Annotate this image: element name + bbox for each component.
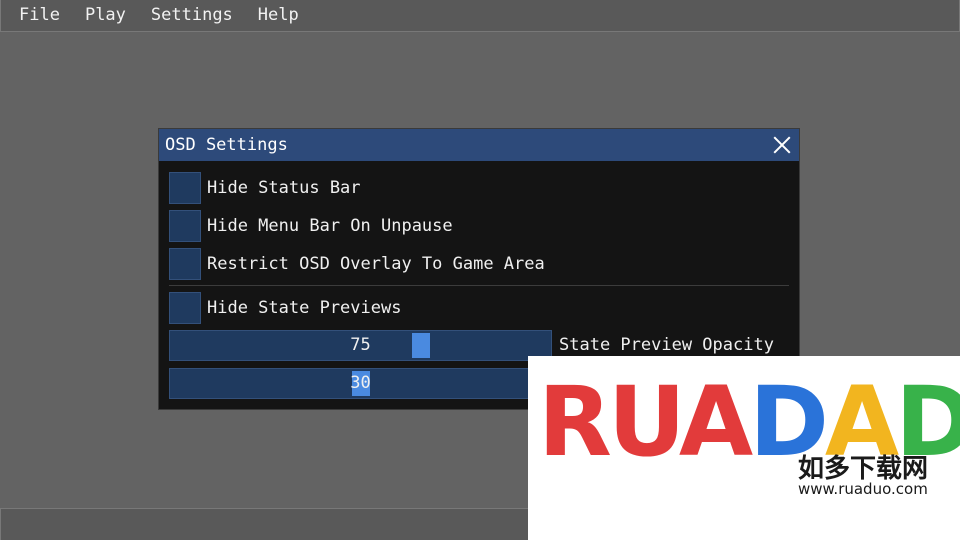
hide-menu-bar-label: Hide Menu Bar On Unpause <box>207 216 453 236</box>
menu-settings[interactable]: Settings <box>151 0 233 31</box>
close-icon[interactable] <box>773 136 791 154</box>
option-hide-state-previews[interactable]: Hide State Previews <box>169 292 401 324</box>
menu-help[interactable]: Help <box>258 0 299 31</box>
option-hide-status-bar[interactable]: Hide Status Bar <box>169 172 361 204</box>
state-preview-opacity-slider[interactable]: 75 <box>169 330 552 361</box>
dialog-titlebar[interactable]: OSD Settings <box>159 129 799 161</box>
divider <box>169 285 789 286</box>
menu-play[interactable]: Play <box>85 0 126 31</box>
hide-state-previews-label: Hide State Previews <box>207 298 402 318</box>
second-slider-value: 30 <box>350 373 371 393</box>
dialog-title: OSD Settings <box>165 135 288 155</box>
menu-file[interactable]: File <box>19 0 60 31</box>
restrict-osd-label: Restrict OSD Overlay To Game Area <box>207 254 545 274</box>
menu-bar: File Play Settings Help <box>0 0 960 32</box>
option-hide-menu-bar[interactable]: Hide Menu Bar On Unpause <box>169 210 453 242</box>
hide-status-bar-label: Hide Status Bar <box>207 178 361 198</box>
second-slider[interactable]: 30 <box>169 368 552 399</box>
hide-status-bar-checkbox[interactable] <box>169 172 201 204</box>
option-restrict-osd[interactable]: Restrict OSD Overlay To Game Area <box>169 248 545 280</box>
watermark-url: www.ruaduo.com <box>798 480 928 498</box>
watermark-logo: RUADADO 如多下载网 www.ruaduo.com <box>528 356 960 540</box>
restrict-osd-checkbox[interactable] <box>169 248 201 280</box>
hide-menu-bar-checkbox[interactable] <box>169 210 201 242</box>
hide-state-previews-checkbox[interactable] <box>169 292 201 324</box>
opacity-value: 75 <box>350 335 371 355</box>
